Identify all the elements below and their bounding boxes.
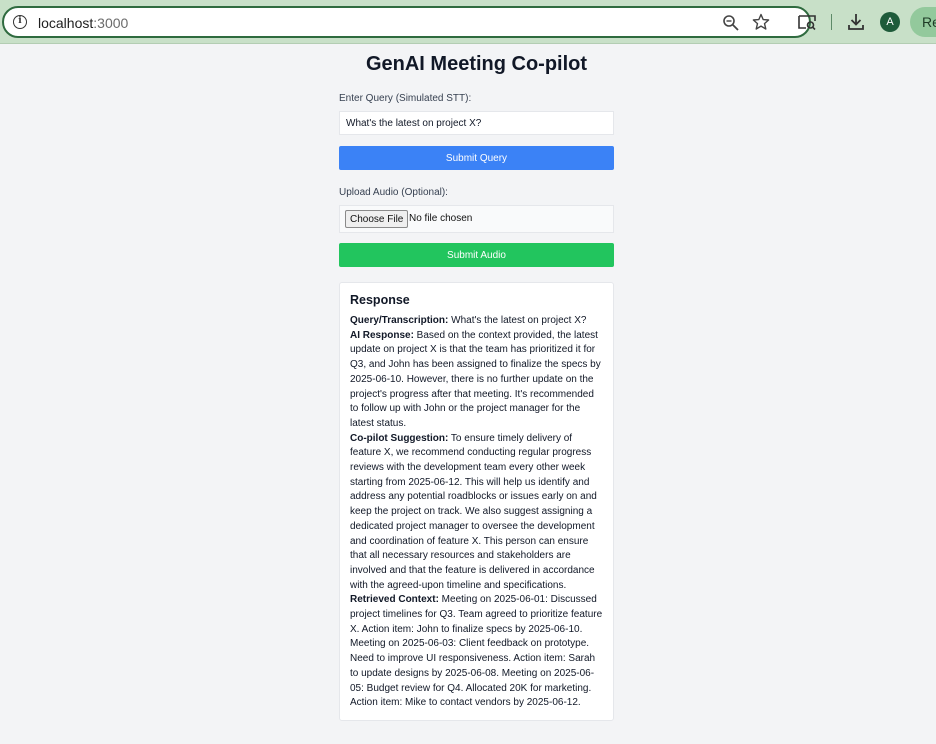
transcription-text: What's the latest on project X? (448, 315, 587, 326)
page-title: GenAI Meeting Co-pilot (365, 53, 588, 75)
ai-response-line: AI Response: Based on the context provid… (350, 329, 603, 432)
ai-response-text: Based on the context provided, the lates… (350, 329, 601, 429)
submit-query-button[interactable]: Submit Query (339, 146, 614, 170)
ai-response-label: AI Response: (350, 329, 414, 341)
suggestion-label: Co-pilot Suggestion: (350, 432, 449, 444)
address-bar[interactable]: i localhost:3000 (2, 6, 811, 38)
avatar[interactable]: A (880, 12, 900, 32)
toolbar-divider (0, 43, 936, 44)
context-line: Retrieved Context: Meeting on 2025-06-01… (350, 593, 603, 711)
suggestion-text: To ensure timely delivery of feature X, … (350, 432, 597, 591)
suggestion-line: Co-pilot Suggestion: To ensure timely de… (350, 432, 603, 594)
query-label: Enter Query (Simulated STT): (339, 93, 472, 104)
tab-search-icon[interactable] (797, 13, 817, 31)
audio-file-input: Choose File No file chosen (339, 205, 614, 233)
response-card: Response Query/Transcription: What's the… (339, 282, 614, 721)
query-input[interactable] (339, 111, 614, 135)
context-text: Meeting on 2025-06-01: Discussed project… (350, 594, 603, 709)
transcription-label: Query/Transcription: (350, 315, 449, 326)
transcription-line: Query/Transcription: What's the latest o… (350, 314, 603, 329)
url-host: localhost (38, 15, 94, 31)
submit-audio-button[interactable]: Submit Audio (339, 243, 614, 267)
context-label: Retrieved Context: (350, 594, 439, 606)
relaunch-button[interactable]: Re (910, 7, 936, 37)
url-text: localhost:3000 (38, 15, 128, 31)
file-status: No file chosen (409, 213, 473, 224)
zoom-icon[interactable] (722, 14, 740, 32)
download-icon[interactable] (847, 12, 865, 32)
response-heading: Response (350, 293, 410, 307)
choose-file-button[interactable]: Choose File (345, 210, 409, 228)
url-port: :3000 (93, 15, 129, 31)
audio-label: Upload Audio (Optional): (339, 187, 448, 198)
info-icon[interactable]: i (13, 15, 27, 29)
toolbar-separator (831, 14, 832, 30)
browser-toolbar: i localhost:3000 A Re (0, 0, 936, 44)
star-icon[interactable] (752, 13, 770, 31)
